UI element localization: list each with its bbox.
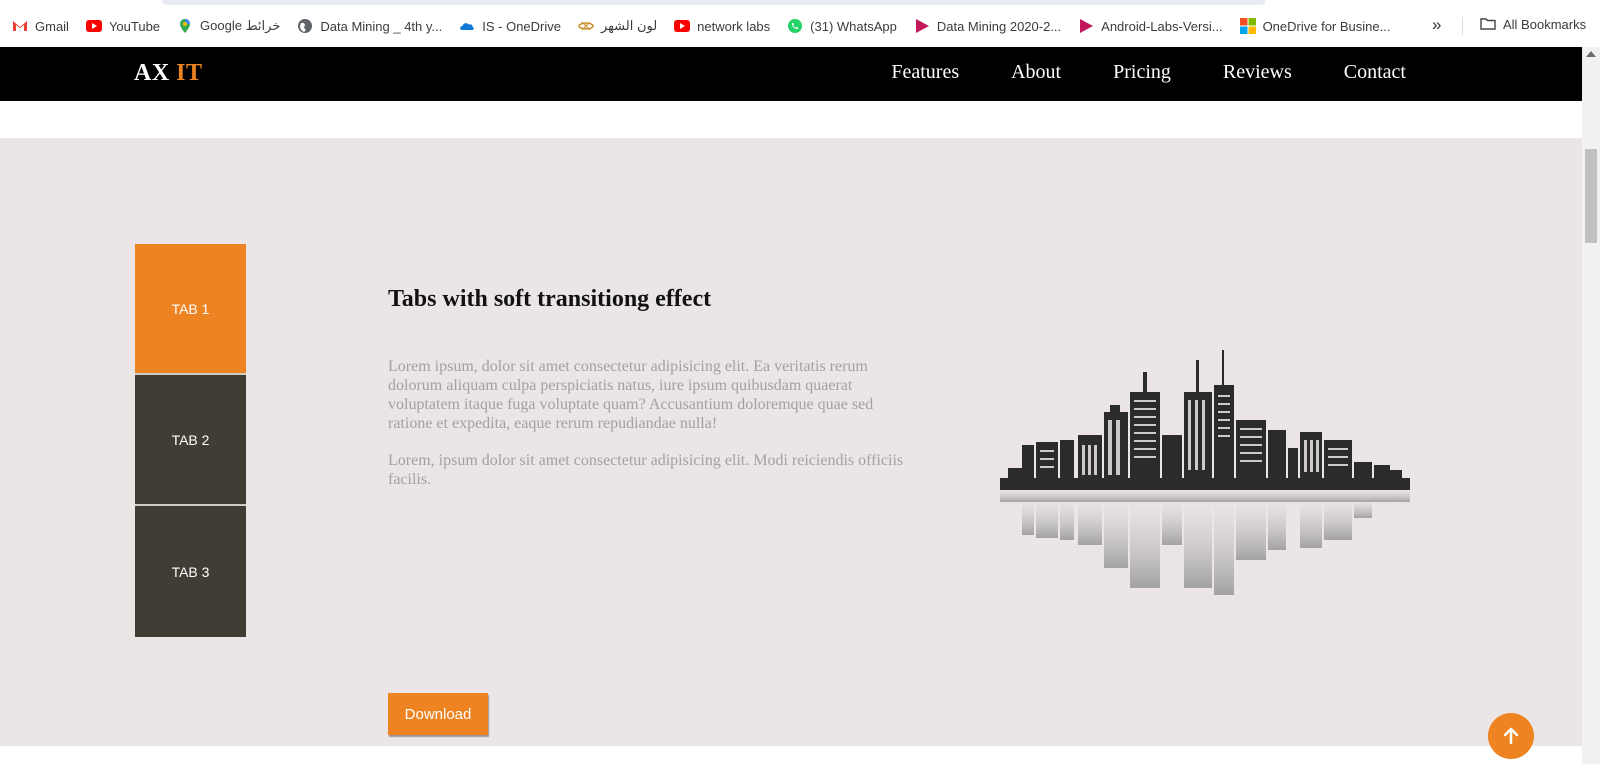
city-skyline-image (1000, 350, 1410, 595)
bookmark-list: Gmail YouTube Google خرائط Data Mining _… (0, 16, 1395, 36)
tabs-section: TAB 1 TAB 2 TAB 3 Tabs with soft transit… (0, 138, 1582, 746)
bookmark-network-labs[interactable]: network labs (674, 18, 770, 34)
navbar: AX IT Features About Pricing Reviews Con… (0, 47, 1582, 101)
content-paragraph-2: Lorem, ipsum dolor sit amet consectetur … (388, 452, 904, 488)
nav-link-features[interactable]: Features (891, 61, 959, 84)
more-bookmarks-button[interactable]: » (1432, 15, 1441, 35)
tab-content: Tabs with soft transitiong effect Lorem … (388, 286, 908, 735)
gmail-icon (13, 21, 27, 31)
bookmark-onedrive[interactable]: IS - OneDrive (459, 18, 561, 34)
bookmark-label: لون الشهر (601, 18, 658, 33)
scrollbar-thumb[interactable] (1585, 149, 1597, 243)
bookmark-colour-of-month[interactable]: لون الشهر (578, 18, 657, 34)
globe-icon (298, 19, 313, 33)
bookmark-label: OneDrive for Busine... (1262, 18, 1391, 34)
bookmark-label: Android-Labs-Versi... (1101, 18, 1223, 34)
maps-pin-icon (180, 19, 191, 33)
arrow-up-icon (1503, 727, 1519, 745)
page-scrollbar[interactable] (1582, 47, 1600, 764)
logo[interactable]: AX IT (134, 60, 203, 87)
bookmarks-bar: Gmail YouTube Google خرائط Data Mining _… (0, 0, 1600, 47)
download-button[interactable]: Download (388, 693, 488, 735)
bookmark-android-labs[interactable]: Android-Labs-Versi... (1078, 18, 1223, 34)
whatsapp-icon (788, 19, 803, 33)
back-to-top-button[interactable] (1488, 713, 1534, 759)
bookmark-label: IS - OneDrive (482, 18, 561, 34)
bookmark-label: Data Mining 2020-2... (936, 18, 1062, 34)
nav-links: Features About Pricing Reviews Contact (839, 61, 1406, 84)
bookmark-label: (31) WhatsApp (810, 18, 897, 34)
folder-icon (1480, 18, 1496, 30)
bookmark-label: Data Mining _ 4th y... (320, 18, 443, 34)
bookmark-whatsapp[interactable]: (31) WhatsApp (787, 18, 897, 34)
all-bookmarks-label: All Bookmarks (1503, 16, 1587, 32)
bookmarks-divider (1462, 17, 1463, 35)
nav-link-pricing[interactable]: Pricing (1113, 61, 1171, 84)
cloud-icon (460, 23, 475, 30)
tab-list: TAB 1 TAB 2 TAB 3 (135, 244, 246, 637)
youtube-icon (674, 20, 691, 32)
tab-3[interactable]: TAB 3 (135, 506, 246, 637)
bookmark-google-maps[interactable]: Google خرائط (177, 18, 280, 34)
site-logo-icon (578, 21, 594, 31)
nav-link-reviews[interactable]: Reviews (1223, 61, 1292, 84)
bookmark-gmail[interactable]: Gmail (12, 18, 69, 34)
tab-1[interactable]: TAB 1 (135, 244, 246, 375)
content-paragraph-1: Lorem ipsum, dolor sit amet consectetur … (388, 358, 874, 432)
scroll-up-arrow-icon[interactable] (1586, 51, 1596, 57)
bookmark-data-mining-2020[interactable]: Data Mining 2020-2... (914, 18, 1061, 34)
all-bookmarks-button[interactable]: All Bookmarks (1480, 16, 1586, 32)
nav-link-about[interactable]: About (1011, 61, 1061, 84)
bookmark-label: Google خرائط (200, 18, 281, 33)
bookmark-data-mining[interactable]: Data Mining _ 4th y... (297, 18, 442, 34)
play-icon (915, 19, 929, 33)
logo-accent: IT (176, 60, 203, 86)
logo-main: AX (134, 60, 177, 86)
youtube-icon (85, 20, 102, 32)
section-heading: Tabs with soft transitiong effect (388, 286, 712, 312)
bookmark-youtube[interactable]: YouTube (85, 18, 161, 34)
microsoft-icon (1239, 18, 1256, 34)
address-bar-edge (162, 0, 1266, 5)
play-icon (1080, 19, 1094, 33)
bookmark-label: YouTube (108, 18, 161, 34)
bookmark-label: Gmail (35, 18, 69, 34)
bookmark-onedrive-business[interactable]: OneDrive for Busine... (1239, 18, 1391, 34)
tab-2[interactable]: TAB 2 (135, 375, 246, 506)
nav-link-contact[interactable]: Contact (1344, 61, 1406, 84)
bookmark-label: network labs (697, 18, 771, 34)
